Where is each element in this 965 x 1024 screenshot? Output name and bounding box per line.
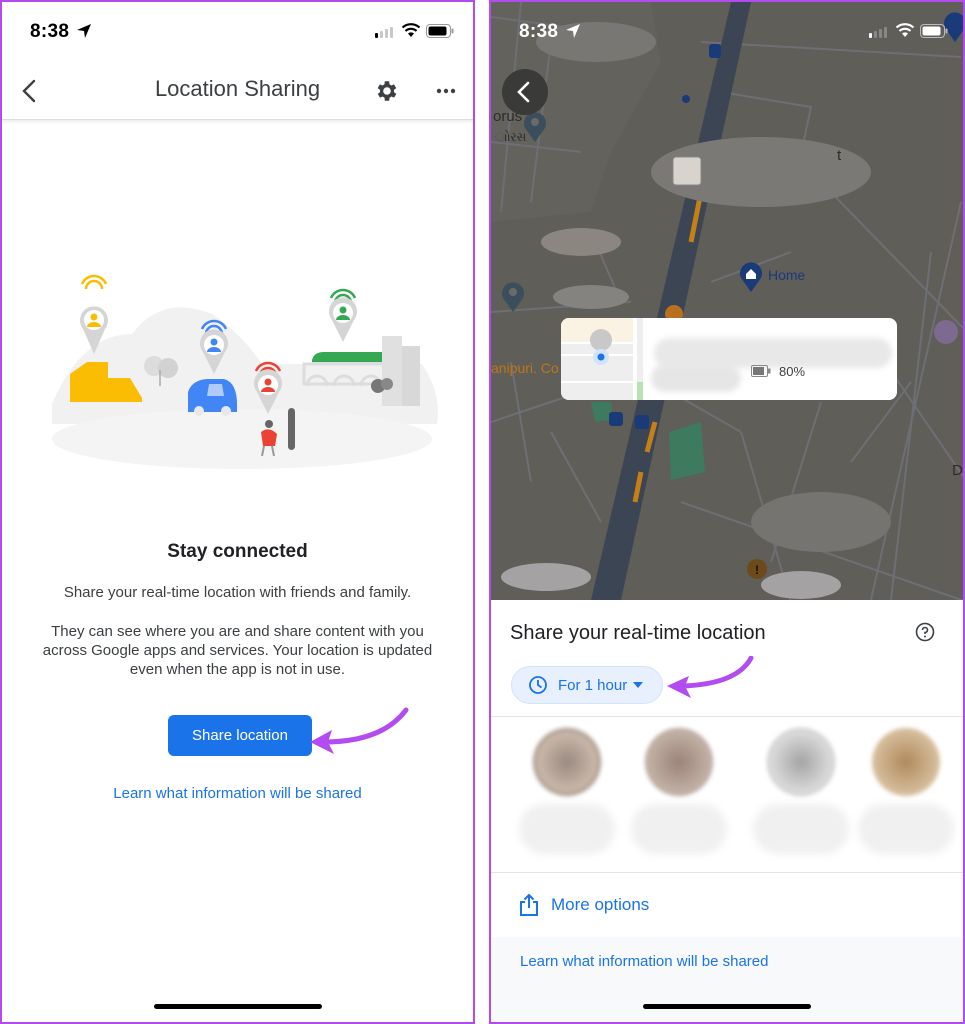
svg-text:!: ! — [755, 563, 759, 577]
battery-percentage: 80% — [779, 364, 806, 379]
battery-level-icon — [751, 365, 771, 377]
right-phone-screen: ! orus ાોરસ t D anipuri. Co Home 8:38 80… — [489, 0, 965, 1024]
help-icon[interactable] — [915, 622, 935, 642]
map-label: ાોરસ — [495, 130, 527, 144]
map-view[interactable]: ! orus ાોરસ t D anipuri. Co Home 8:38 80… — [491, 2, 963, 600]
bus-stop-icon[interactable] — [635, 415, 649, 429]
transit-dot — [682, 95, 690, 103]
status-time: 8:38 — [519, 21, 559, 42]
contact-avatar — [645, 728, 713, 796]
contact-avatar — [872, 728, 940, 796]
status-bar: 8:38 — [491, 2, 963, 62]
home-map-label: Home — [768, 267, 806, 283]
sheet-title: Share your real-time location — [510, 622, 766, 644]
share-location-button[interactable]: Share location — [168, 715, 312, 756]
share-bottom-sheet: Share your real-time location For 1 hour — [491, 600, 963, 1022]
sankalp-poi[interactable] — [672, 156, 702, 186]
app-header: Location Sharing — [2, 62, 473, 120]
annotation-arrow — [667, 656, 754, 698]
cellular-signal-icon — [869, 27, 887, 38]
learn-more-link[interactable]: Learn what information will be shared — [2, 785, 473, 802]
more-options-button[interactable]: More options — [491, 872, 963, 937]
clock-icon — [529, 676, 547, 694]
map-label: anipuri. Co — [491, 360, 559, 376]
location-arrow-icon — [566, 24, 580, 38]
battery-icon — [426, 24, 454, 38]
map-label: D — [952, 462, 963, 479]
contact-item[interactable] — [846, 718, 963, 872]
address-redacted — [651, 364, 741, 392]
map-label: t — [837, 147, 842, 164]
settings-gear-icon[interactable] — [374, 78, 400, 104]
description-text: They can see where you are and share con… — [42, 623, 433, 678]
wifi-icon — [895, 23, 915, 37]
contact-name-redacted — [753, 804, 849, 854]
contact-item[interactable] — [619, 718, 739, 872]
my-location-card[interactable]: 80% — [561, 318, 897, 400]
cellular-signal-icon — [375, 27, 393, 38]
caret-down-icon — [633, 682, 644, 688]
intro-text: Share your real-time location with frien… — [63, 584, 412, 601]
annotation-arrow — [310, 707, 409, 754]
contact-avatar — [533, 728, 601, 796]
contact-name-redacted — [858, 804, 954, 854]
stay-connected-illustration — [52, 274, 438, 469]
blue-car — [188, 379, 237, 416]
share-icon — [520, 893, 538, 916]
map-back-button[interactable] — [502, 69, 548, 115]
contact-name-redacted — [631, 804, 727, 854]
wifi-icon — [401, 23, 421, 37]
back-chevron-icon — [517, 81, 530, 103]
contact-avatar — [767, 728, 835, 796]
bus-stop-icon[interactable] — [609, 412, 623, 426]
location-arrow-icon — [77, 24, 91, 38]
learn-more-link[interactable]: Learn what information will be shared — [520, 953, 768, 970]
home-indicator — [153, 1004, 322, 1009]
more-options-icon[interactable] — [434, 78, 458, 104]
status-bar: 8:38 — [2, 2, 473, 62]
contact-name-redacted — [519, 804, 615, 854]
location-mini-map — [561, 318, 643, 400]
duration-label: For 1 hour — [558, 676, 628, 694]
divider — [491, 716, 963, 717]
stay-connected-heading: Stay connected — [167, 541, 308, 562]
green-person-pin — [329, 288, 357, 342]
more-options-label: More options — [551, 894, 650, 914]
home-indicator — [643, 1004, 811, 1009]
alert-pin-icon[interactable]: ! — [747, 559, 767, 579]
contacts-row — [491, 718, 963, 872]
duration-dropdown[interactable]: For 1 hour — [511, 666, 663, 704]
status-time: 8:38 — [30, 21, 70, 42]
contact-item[interactable] — [741, 718, 861, 872]
left-phone-screen: 8:38 Location Sharing Stay connected Sha… — [0, 0, 475, 1024]
battery-icon — [920, 24, 948, 38]
contact-item[interactable] — [507, 718, 627, 872]
page-title: Location Sharing — [154, 76, 321, 101]
map-roads: ! — [491, 2, 963, 600]
footer: Learn what information will be shared — [491, 937, 963, 1022]
